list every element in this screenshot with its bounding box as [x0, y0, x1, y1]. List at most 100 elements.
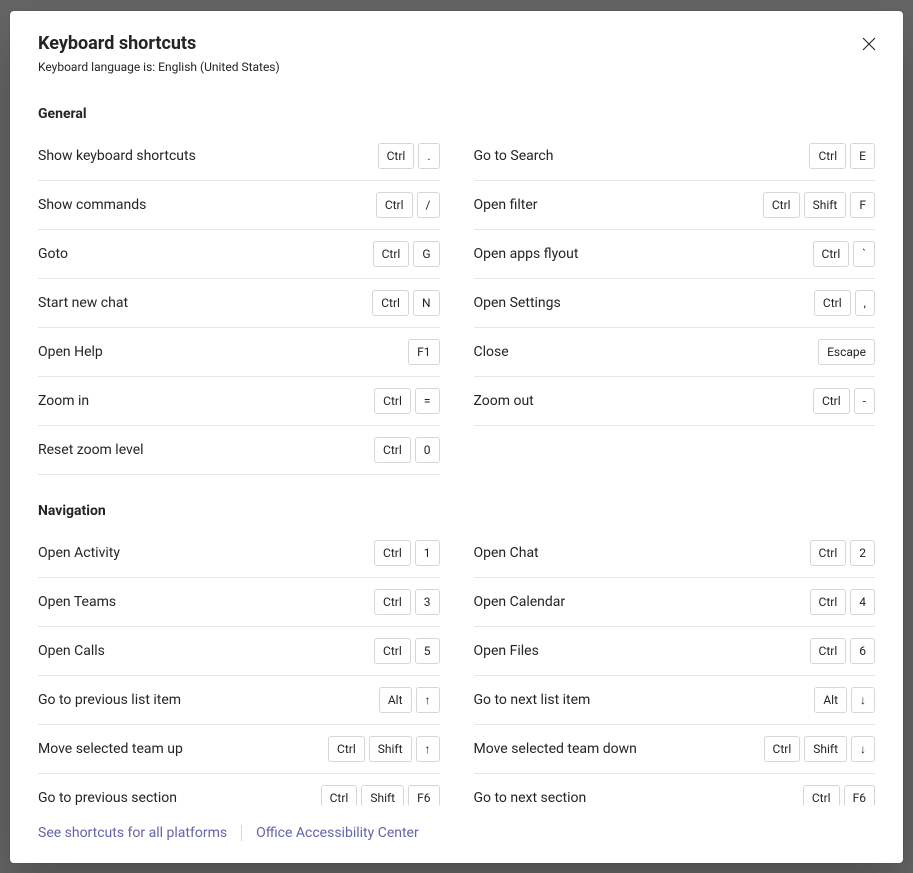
key: E	[850, 143, 875, 169]
key: `	[853, 241, 875, 267]
shortcut-label: Open apps flyout	[474, 246, 579, 262]
key: 6	[850, 638, 875, 664]
key: Escape	[818, 339, 875, 365]
key: 5	[415, 638, 440, 664]
dialog-title: Keyboard shortcuts	[38, 33, 875, 54]
shortcut-label: Zoom in	[38, 393, 89, 409]
shortcut-label: Move selected team down	[474, 741, 637, 757]
key: F	[850, 192, 875, 218]
shortcut-row: Open apps flyout Ctrl `	[474, 230, 876, 279]
key: 3	[415, 589, 440, 615]
dialog-subtitle: Keyboard language is: English (United St…	[38, 60, 875, 74]
shortcut-row: Go to next list item Alt ↓	[474, 676, 876, 725]
shortcut-label: Open Help	[38, 344, 103, 360]
key: 1	[415, 540, 440, 566]
key: ,	[855, 290, 875, 316]
dialog-body[interactable]: General Show keyboard shortcuts Ctrl . G…	[10, 78, 903, 805]
key: 4	[850, 589, 875, 615]
shortcut-label: Open filter	[474, 197, 538, 213]
link-all-platforms[interactable]: See shortcuts for all platforms	[38, 825, 227, 841]
key: Ctrl	[763, 192, 800, 218]
key: Ctrl	[376, 192, 413, 218]
key: Ctrl	[764, 736, 801, 762]
shortcut-keys: Ctrl 5	[374, 638, 439, 664]
shortcut-row: Zoom in Ctrl =	[38, 377, 440, 426]
key: Ctrl	[803, 785, 840, 805]
shortcut-label: Open Calls	[38, 643, 105, 659]
shortcut-keys: Escape	[818, 339, 875, 365]
shortcut-row: Go to previous list item Alt ↑	[38, 676, 440, 725]
shortcut-label: Go to Search	[474, 148, 554, 164]
key: Shift	[804, 192, 847, 218]
key: Ctrl	[321, 785, 358, 805]
shortcut-label: Show keyboard shortcuts	[38, 148, 196, 164]
shortcut-label: Open Activity	[38, 545, 120, 561]
shortcut-row: Close Escape	[474, 328, 876, 377]
section-title-navigation: Navigation	[38, 503, 875, 519]
shortcut-keys: Ctrl `	[813, 241, 875, 267]
key: Ctrl	[810, 589, 847, 615]
shortcut-row: Go to next section Ctrl F6	[474, 774, 876, 805]
shortcut-keys: Ctrl E	[809, 143, 875, 169]
shortcut-label: Open Settings	[474, 295, 561, 311]
shortcut-keys: Ctrl 2	[810, 540, 875, 566]
key: Ctrl	[374, 589, 411, 615]
shortcut-keys: Ctrl /	[376, 192, 440, 218]
shortcut-keys: Ctrl 6	[810, 638, 875, 664]
shortcut-keys: Ctrl 0	[374, 437, 439, 463]
shortcut-row: Show commands Ctrl /	[38, 181, 440, 230]
shortcut-keys: Ctrl 1	[374, 540, 439, 566]
shortcut-keys: Ctrl F6	[803, 785, 875, 805]
key: Ctrl	[378, 143, 415, 169]
shortcut-label: Go to next list item	[474, 692, 591, 708]
shortcut-row: Show keyboard shortcuts Ctrl .	[38, 132, 440, 181]
shortcut-row: Start new chat Ctrl N	[38, 279, 440, 328]
shortcut-label: Move selected team up	[38, 741, 183, 757]
shortcut-label: Go to previous list item	[38, 692, 181, 708]
shortcut-keys: Ctrl ,	[814, 290, 875, 316]
key: F1	[408, 339, 439, 365]
key: -	[854, 388, 875, 414]
key: Alt	[814, 687, 847, 713]
key: Ctrl	[810, 540, 847, 566]
key: Ctrl	[813, 241, 850, 267]
shortcut-row: Go to previous section Ctrl Shift F6	[38, 774, 440, 805]
shortcut-label: Reset zoom level	[38, 442, 144, 458]
shortcut-label: Open Teams	[38, 594, 116, 610]
key: Ctrl	[373, 241, 410, 267]
shortcut-row: Open Activity Ctrl 1	[38, 529, 440, 578]
key: Ctrl	[374, 388, 411, 414]
shortcut-keys: F1	[408, 339, 439, 365]
shortcut-keys: Ctrl =	[374, 388, 439, 414]
shortcut-label: Open Chat	[474, 545, 539, 561]
section-title-general: General	[38, 106, 875, 122]
shortcut-row: Goto Ctrl G	[38, 230, 440, 279]
shortcut-row: Open Help F1	[38, 328, 440, 377]
shortcut-keys: Alt ↓	[814, 687, 875, 713]
key: Shift	[361, 785, 404, 805]
link-accessibility-center[interactable]: Office Accessibility Center	[256, 825, 419, 841]
key: Alt	[379, 687, 412, 713]
shortcut-row: Open Chat Ctrl 2	[474, 529, 876, 578]
key: 2	[850, 540, 875, 566]
close-button[interactable]	[857, 33, 881, 57]
key: ↓	[851, 687, 875, 713]
close-icon	[862, 37, 876, 54]
key: ↑	[416, 687, 440, 713]
key: Ctrl	[372, 290, 409, 316]
key: Shift	[369, 736, 412, 762]
section-navigation: Navigation Open Activity Ctrl 1 Open Cha…	[38, 503, 875, 805]
key: N	[413, 290, 440, 316]
shortcut-keys: Ctrl G	[373, 241, 440, 267]
keyboard-shortcuts-dialog: Keyboard shortcuts Keyboard language is:…	[10, 11, 903, 863]
shortcut-row: Open Teams Ctrl 3	[38, 578, 440, 627]
shortcut-row: Go to Search Ctrl E	[474, 132, 876, 181]
shortcut-label: Goto	[38, 246, 68, 262]
key: Ctrl	[814, 290, 851, 316]
shortcut-keys: Ctrl .	[378, 143, 440, 169]
section-grid-general: Show keyboard shortcuts Ctrl . Go to Sea…	[38, 132, 875, 475]
key: G	[413, 241, 439, 267]
shortcut-keys: Alt ↑	[379, 687, 440, 713]
shortcut-label: Go to next section	[474, 790, 587, 805]
key: /	[417, 192, 440, 218]
